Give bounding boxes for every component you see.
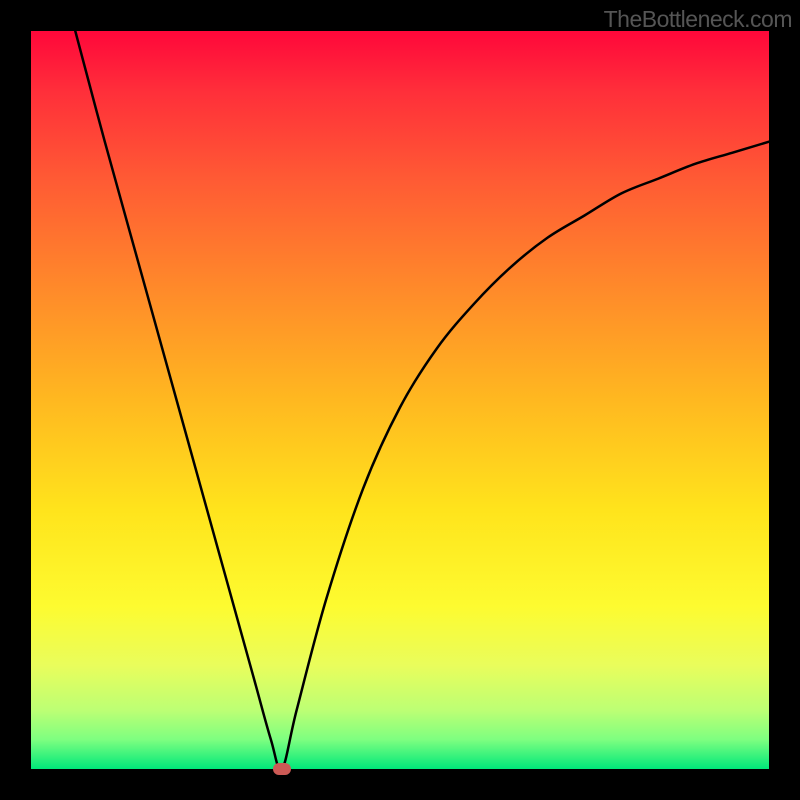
site-attribution: TheBottleneck.com: [604, 6, 792, 33]
chart-frame: TheBottleneck.com: [0, 0, 800, 800]
plot-area: [31, 31, 769, 769]
bottleneck-curve: [31, 31, 769, 769]
optimal-point-marker: [273, 763, 291, 775]
